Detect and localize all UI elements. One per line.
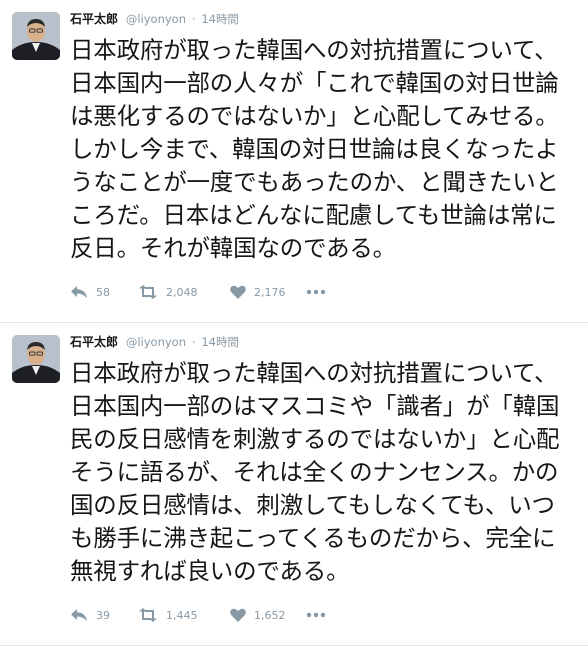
avatar[interactable]: [12, 12, 60, 60]
tweet-text: 日本政府が取った韓国への対抗措置について、日本国内一部の人々が「これで韓国の対日…: [70, 36, 559, 262]
more-button[interactable]: [306, 289, 330, 295]
reply-icon: [71, 286, 87, 298]
tweet-header: 石平太郎 @liyonyon · 14時間: [70, 333, 578, 351]
tweet-header: 石平太郎 @liyonyon · 14時間: [70, 10, 578, 28]
reply-count: 39: [96, 608, 110, 622]
like-count: 2,176: [254, 285, 286, 299]
tweet[interactable]: 石平太郎 @liyonyon · 14時間 日本政府が取った韓国への対抗措置につ…: [0, 323, 588, 646]
author-name[interactable]: 石平太郎: [70, 12, 118, 26]
separator-dot: ·: [191, 335, 196, 349]
author-handle[interactable]: @liyonyon: [126, 12, 186, 26]
retweet-icon: [139, 285, 157, 299]
timeline: 石平太郎 @liyonyon · 14時間 日本政府が取った韓国への対抗措置につ…: [0, 0, 588, 646]
more-button[interactable]: [306, 612, 330, 618]
more-icon: [306, 612, 326, 618]
tweet-timestamp[interactable]: 14時間: [201, 12, 239, 26]
reply-count: 58: [96, 285, 110, 299]
separator-dot: ·: [191, 12, 196, 26]
more-icon: [306, 289, 326, 295]
like-count: 1,652: [254, 608, 286, 622]
reply-icon: [71, 609, 87, 621]
tweet-actions: 39 1,445 1,652: [70, 605, 330, 625]
reply-button[interactable]: 39: [70, 608, 138, 622]
heart-icon: [230, 608, 246, 622]
tweet-actions: 58 2,048 2,176: [70, 282, 330, 302]
author-name[interactable]: 石平太郎: [70, 335, 118, 349]
retweet-count: 2,048: [166, 285, 198, 299]
retweet-button[interactable]: 2,048: [138, 285, 230, 299]
tweet-timestamp[interactable]: 14時間: [201, 335, 239, 349]
like-button[interactable]: 2,176: [230, 285, 306, 299]
author-handle[interactable]: @liyonyon: [126, 335, 186, 349]
retweet-button[interactable]: 1,445: [138, 608, 230, 622]
heart-icon: [230, 285, 246, 299]
reply-button[interactable]: 58: [70, 285, 138, 299]
like-button[interactable]: 1,652: [230, 608, 306, 622]
retweet-icon: [139, 608, 157, 622]
retweet-count: 1,445: [166, 608, 198, 622]
tweet-text: 日本政府が取った韓国への対抗措置について、日本国内一部のはマスコミや「識者」が「…: [70, 359, 560, 585]
tweet[interactable]: 石平太郎 @liyonyon · 14時間 日本政府が取った韓国への対抗措置につ…: [0, 0, 588, 323]
avatar[interactable]: [12, 335, 60, 383]
